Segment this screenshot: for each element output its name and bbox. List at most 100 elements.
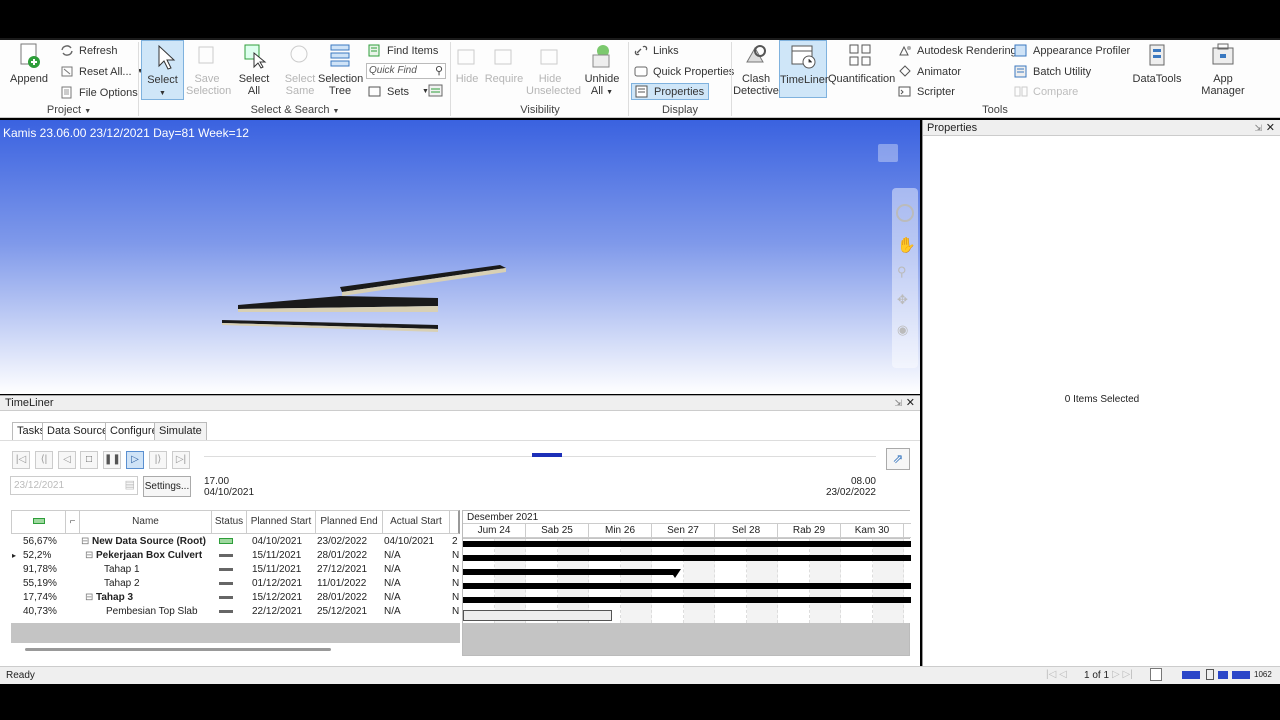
pin-icon[interactable]: ⇲: [894, 396, 902, 411]
scrollbar-thumb[interactable]: [25, 648, 331, 651]
group-label-display: Display: [661, 104, 699, 116]
next-page-icon[interactable]: ▷ ▷|: [1112, 669, 1133, 680]
quantification-button[interactable]: Quantification: [828, 42, 895, 85]
tab-simulate[interactable]: Simulate: [154, 422, 207, 440]
task-name[interactable]: Pembesian Top Slab: [106, 605, 198, 619]
gantt-bar[interactable]: [463, 541, 911, 547]
quick-properties-button[interactable]: Quick Properties: [634, 65, 734, 78]
planned-end: 28/01/2022: [317, 592, 368, 603]
reset-all-button[interactable]: Reset All...▼: [60, 65, 144, 78]
timeliner-button[interactable]: TimeLiner: [779, 40, 829, 98]
autodesk-rendering-button[interactable]: Autodesk Rendering: [898, 44, 1017, 57]
simulation-slider-thumb[interactable]: [531, 453, 562, 457]
column-header-planned-end[interactable]: Planned End: [315, 510, 383, 534]
table-row[interactable]: 91,78% Tahap 1 15/11/2021 27/12/2021 N/A N: [11, 563, 460, 577]
select-button[interactable]: Select ▼: [141, 40, 184, 100]
table-row[interactable]: 55,19% Tahap 2 01/12/2021 11/01/2022 N/A N: [11, 577, 460, 591]
stop-icon[interactable]: □: [80, 451, 98, 469]
first-page-icon[interactable]: |◁ ◁: [1046, 669, 1067, 680]
require-button[interactable]: Require: [484, 42, 524, 85]
table-row[interactable]: 40,73% Pembesian Top Slab 22/12/2021 25/12/…: [11, 605, 460, 619]
append-button[interactable]: Append: [6, 42, 52, 85]
appearance-profiler-button[interactable]: Appearance Profiler: [1014, 44, 1130, 57]
find-items-button[interactable]: Find Items: [368, 44, 438, 57]
export-icon[interactable]: ⇗: [886, 448, 910, 470]
step-back-icon[interactable]: ⟨|: [35, 451, 53, 469]
pan-icon[interactable]: ✋: [897, 236, 916, 254]
properties-button[interactable]: Properties: [631, 83, 710, 100]
close-icon[interactable]: ✕: [1266, 120, 1275, 136]
clash-detective-button[interactable]: Clash Detective: [733, 42, 779, 97]
column-header-actual-start[interactable]: Actual Start: [382, 510, 450, 534]
gantt-bar[interactable]: [463, 583, 911, 589]
batch-utility-button[interactable]: Batch Utility: [1014, 65, 1091, 78]
column-header-planned-start[interactable]: Planned Start: [246, 510, 316, 534]
tree-toggle-icon[interactable]: ⊟: [85, 549, 93, 563]
save-selection-button[interactable]: Save Selection: [186, 42, 231, 97]
gantt-bar[interactable]: [463, 555, 911, 561]
links-button[interactable]: Links: [634, 44, 679, 57]
hide-button[interactable]: Hide: [452, 42, 482, 85]
sheet-browser-icon[interactable]: [1150, 668, 1162, 681]
pin-icon[interactable]: ⇲: [1254, 120, 1262, 136]
unhide-all-icon: [592, 45, 610, 68]
group-label-select-search[interactable]: Select & Search ▼: [140, 104, 450, 116]
table-row[interactable]: 17,74% ⊟ Tahap 3 15/12/2021 28/01/2022 N/A N: [11, 591, 460, 605]
column-header-status[interactable]: Status: [211, 510, 247, 534]
table-row[interactable]: ▸ 52,2% ⊟ Pekerjaan Box Culvert 15/11/2021 28…: [11, 549, 460, 563]
unhide-all-button[interactable]: Unhide All ▼: [582, 42, 622, 99]
file-options-button[interactable]: File Options: [60, 86, 138, 99]
sets-icon: [368, 86, 381, 97]
select-all-button[interactable]: Select All: [234, 42, 274, 97]
sets-manage-icon[interactable]: [428, 84, 444, 98]
play-backward-icon[interactable]: ◁: [58, 451, 76, 469]
gantt-bar[interactable]: [463, 610, 612, 621]
look-icon[interactable]: ◉: [897, 322, 908, 338]
fast-forward-icon[interactable]: ▷|: [172, 451, 190, 469]
task-name[interactable]: New Data Source (Root): [92, 535, 206, 549]
close-icon[interactable]: ✕: [906, 396, 915, 411]
search-icon[interactable]: ⚲: [435, 64, 443, 77]
task-name[interactable]: Pekerjaan Box Culvert: [96, 549, 202, 563]
column-header-name[interactable]: Name: [79, 510, 212, 534]
3d-viewport[interactable]: ✋ ⚲ ✥ ◉: [0, 120, 920, 394]
task-name[interactable]: Tahap 1: [104, 563, 140, 577]
active-column-header[interactable]: [11, 510, 66, 534]
gantt-chart[interactable]: Desember 2021 Jum 24 Sab 25 Min 26 Sen 27 Se…: [462, 510, 911, 656]
zoom-icon[interactable]: ⚲: [897, 264, 907, 280]
settings-button[interactable]: Settings...: [143, 476, 191, 497]
gantt-bar[interactable]: [463, 597, 911, 603]
horizontal-scrollbar[interactable]: [11, 644, 460, 656]
date-field[interactable]: 23/12/2021 ▤: [10, 476, 138, 495]
datatools-button[interactable]: DataTools: [1132, 42, 1182, 85]
step-forward-icon[interactable]: |⟩: [149, 451, 167, 469]
task-name[interactable]: Tahap 2: [104, 577, 140, 591]
animator-button[interactable]: Animator: [898, 65, 961, 78]
gantt-day-header: Jum 24 Sab 25 Min 26 Sen 27 Sel 28 Rab 29 Kam …: [463, 524, 911, 538]
group-label-project[interactable]: Project ▼: [0, 104, 138, 116]
task-name[interactable]: Tahap 3: [96, 591, 133, 605]
table-row[interactable]: 56,67% ⊟ New Data Source (Root) 04/10/2021 2…: [11, 535, 460, 549]
calendar-icon[interactable]: ▤: [125, 478, 135, 491]
select-same-button[interactable]: Select Same: [280, 42, 320, 97]
refresh-button[interactable]: Refresh: [60, 44, 118, 57]
tree-toggle-icon[interactable]: ⊟: [85, 591, 93, 605]
play-icon[interactable]: ▷: [126, 451, 144, 469]
quick-find-input[interactable]: Quick Find ⚲: [366, 63, 446, 79]
pause-icon[interactable]: ❚❚: [103, 451, 121, 469]
steering-wheel-icon[interactable]: [896, 204, 914, 222]
hide-unselected-button[interactable]: Hide Unselected: [526, 42, 581, 97]
rewind-icon[interactable]: |◁: [12, 451, 30, 469]
gantt-bar[interactable]: [463, 569, 675, 575]
tree-toggle-icon[interactable]: ⊟: [81, 535, 89, 549]
sets-button[interactable]: Sets ▼: [368, 85, 429, 98]
row-expand-arrow-icon[interactable]: ▸: [12, 549, 16, 563]
selection-tree-button[interactable]: Selection Tree: [318, 42, 363, 97]
scripter-button[interactable]: Scripter: [898, 85, 955, 98]
orbit-icon[interactable]: ✥: [897, 292, 908, 308]
viewcube-icon[interactable]: [878, 144, 898, 162]
group-separator: [138, 42, 139, 116]
compare-button[interactable]: Compare: [1014, 85, 1078, 98]
comment-column-header[interactable]: ⌐: [65, 510, 80, 534]
app-manager-button[interactable]: App Manager: [1190, 42, 1256, 97]
